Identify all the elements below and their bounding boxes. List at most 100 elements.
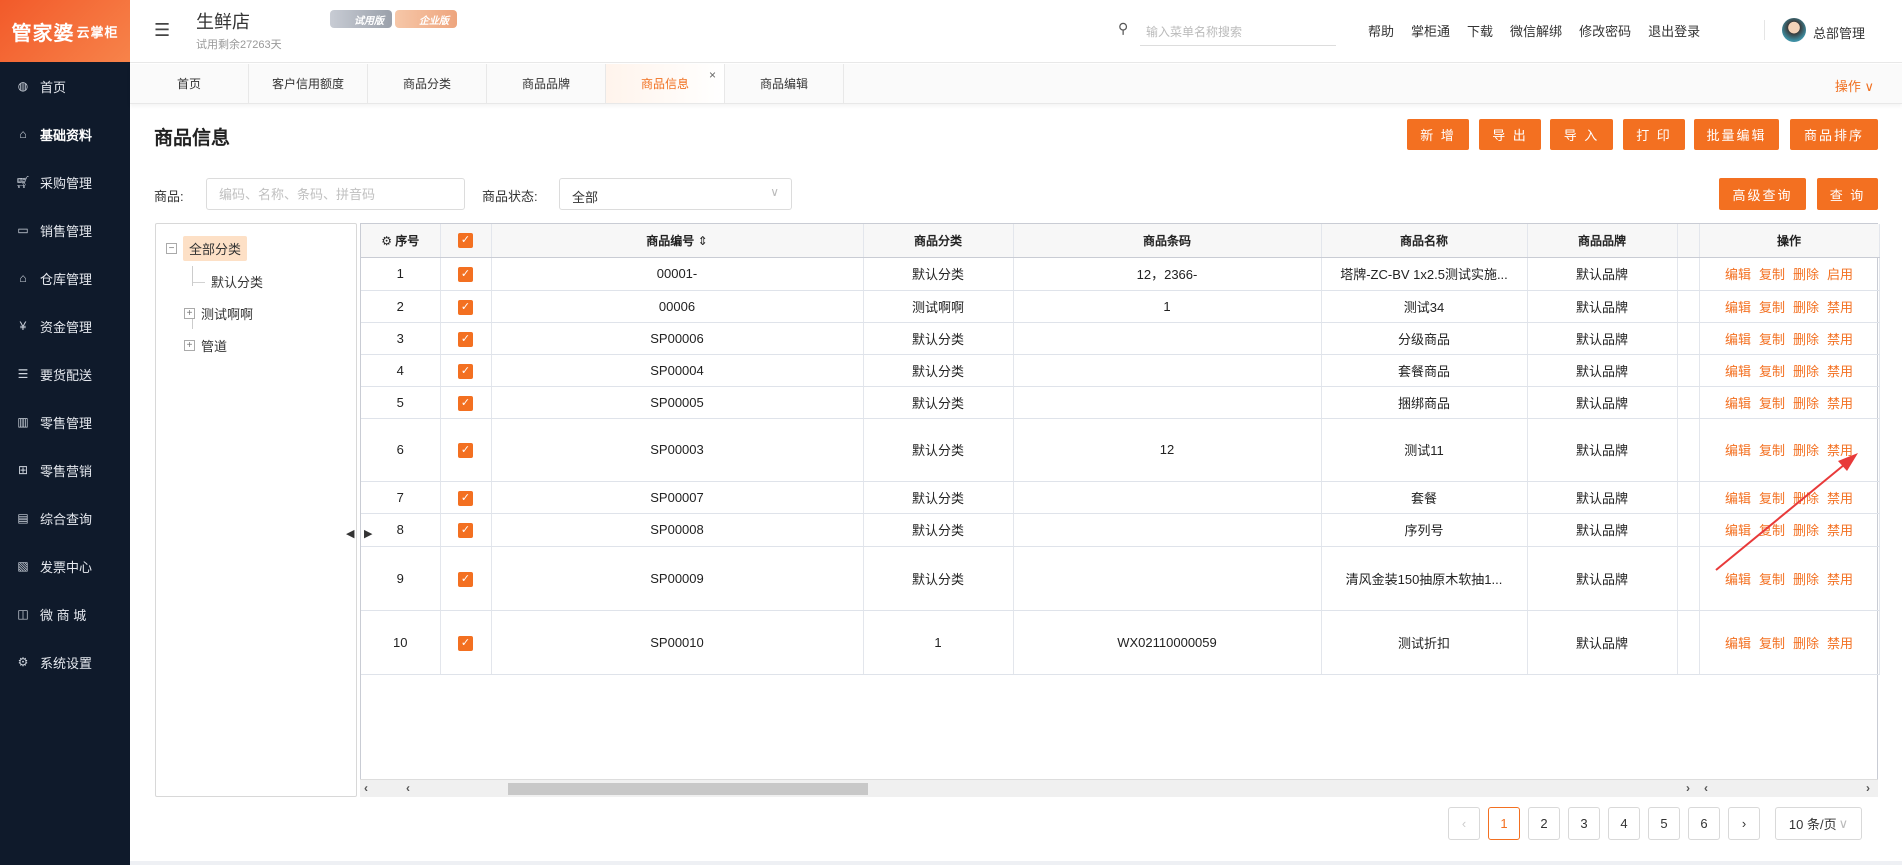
table-row[interactable]: 5 ✓ SP00005 默认分类 捆绑商品 默认品牌 编辑 复制 删除 禁用 <box>361 386 1880 419</box>
table-row[interactable]: 7 ✓ SP00007 默认分类 套餐 默认品牌 编辑 复制 删除 禁用 <box>361 481 1880 514</box>
sort-icon[interactable]: ⇕ <box>698 234 708 248</box>
page-button[interactable]: 6 <box>1688 807 1720 840</box>
copy-link[interactable]: 复制 <box>1759 267 1785 282</box>
add-button[interactable]: 新 增 <box>1407 119 1469 150</box>
cell-select[interactable]: ✓ <box>440 257 492 291</box>
header-link[interactable]: 退出登录 <box>1648 21 1700 40</box>
scroll-left-icon[interactable]: ‹ <box>406 781 410 795</box>
row-checkbox[interactable]: ✓ <box>458 443 473 458</box>
copy-link[interactable]: 复制 <box>1759 396 1785 411</box>
sidebar-item[interactable]: ⚙ 系统设置 <box>0 638 130 686</box>
print-button[interactable]: 打 印 <box>1623 119 1685 150</box>
edit-link[interactable]: 编辑 <box>1725 300 1751 315</box>
sort-button[interactable]: 商品排序 <box>1790 119 1878 150</box>
edit-link[interactable]: 编辑 <box>1725 332 1751 347</box>
toggle-status-link[interactable]: 禁用 <box>1827 332 1853 347</box>
row-checkbox[interactable]: ✓ <box>458 395 473 411</box>
cell-select[interactable]: ✓ <box>440 322 492 355</box>
toggle-status-link[interactable]: 禁用 <box>1827 396 1853 411</box>
collapse-icon[interactable]: − <box>166 243 177 254</box>
collapse-left-icon[interactable]: ◀ <box>346 527 354 540</box>
toggle-status-link[interactable]: 启用 <box>1827 267 1853 282</box>
page-size-select[interactable]: 10 条/页 ∨ <box>1775 807 1862 840</box>
sidebar-item[interactable]: ☰ 要货配送 <box>0 350 130 398</box>
toggle-status-link[interactable]: 禁用 <box>1827 491 1853 506</box>
tab[interactable]: 商品信息 × <box>606 64 725 103</box>
tab[interactable]: 客户信用额度 <box>249 64 368 103</box>
cell-select[interactable]: ✓ <box>440 481 492 514</box>
tabs-operation-menu[interactable]: 操作 ∨ <box>1835 76 1874 95</box>
sidebar-item[interactable]: ▥ 零售管理 <box>0 398 130 446</box>
cell-select[interactable]: ✓ <box>440 290 492 323</box>
tab[interactable]: 首页 <box>130 64 249 103</box>
cell-select[interactable]: ✓ <box>440 610 492 675</box>
edit-link[interactable]: 编辑 <box>1725 396 1751 411</box>
delete-link[interactable]: 删除 <box>1793 396 1819 411</box>
copy-link[interactable]: 复制 <box>1759 636 1785 651</box>
toggle-status-link[interactable]: 禁用 <box>1827 572 1853 587</box>
edit-link[interactable]: 编辑 <box>1725 491 1751 506</box>
delete-link[interactable]: 删除 <box>1793 267 1819 282</box>
avatar[interactable] <box>1782 18 1806 42</box>
copy-link[interactable]: 复制 <box>1759 443 1785 458</box>
row-checkbox[interactable]: ✓ <box>458 267 473 282</box>
tree-node[interactable]: — 默认分类 <box>192 272 263 291</box>
row-checkbox[interactable]: ✓ <box>458 299 473 315</box>
row-checkbox[interactable]: ✓ <box>458 331 473 347</box>
table-row[interactable]: 8 ✓ SP00008 默认分类 序列号 默认品牌 编辑 复制 删除 禁用 <box>361 513 1880 547</box>
edit-link[interactable]: 编辑 <box>1725 523 1751 538</box>
toggle-status-link[interactable]: 禁用 <box>1827 523 1853 538</box>
menu-toggle-icon[interactable]: ☰ <box>154 20 170 41</box>
header-link[interactable]: 掌柜通 <box>1411 21 1450 40</box>
delete-link[interactable]: 删除 <box>1793 523 1819 538</box>
sidebar-item[interactable]: ⌂ 基础资料 <box>0 110 130 158</box>
page-button[interactable]: 5 <box>1648 807 1680 840</box>
table-row[interactable]: 10 ✓ SP00010 1 WX02110000059 测试折扣 默认品牌 编… <box>361 610 1880 675</box>
query-button[interactable]: 查 询 <box>1817 178 1878 210</box>
expand-icon[interactable]: + <box>184 340 195 351</box>
sidebar-item[interactable]: ▤ 综合查询 <box>0 494 130 542</box>
sidebar-item[interactable]: ◍ 首页 <box>0 62 130 110</box>
scroll-left-icon[interactable]: ‹ <box>1704 781 1708 795</box>
page-button[interactable]: 3 <box>1568 807 1600 840</box>
sidebar-item[interactable]: ◫ 微 商 城 <box>0 590 130 638</box>
row-checkbox[interactable]: ✓ <box>458 523 473 538</box>
row-checkbox[interactable]: ✓ <box>458 571 473 587</box>
cell-select[interactable]: ✓ <box>440 546 492 611</box>
expand-icon[interactable]: + <box>184 308 195 319</box>
col-seq[interactable]: ⚙ 序号 <box>361 224 441 258</box>
cell-select[interactable]: ✓ <box>440 418 492 482</box>
toggle-status-link[interactable]: 禁用 <box>1827 443 1853 458</box>
import-button[interactable]: 导 入 <box>1550 119 1613 150</box>
header-link[interactable]: 修改密码 <box>1579 21 1631 40</box>
delete-link[interactable]: 删除 <box>1793 443 1819 458</box>
sidebar-item[interactable]: ⊞ 零售营销 <box>0 446 130 494</box>
sidebar-item[interactable]: ▭ 销售管理 <box>0 206 130 254</box>
copy-link[interactable]: 复制 <box>1759 523 1785 538</box>
copy-link[interactable]: 复制 <box>1759 300 1785 315</box>
product-search-input[interactable] <box>206 178 465 210</box>
toggle-status-link[interactable]: 禁用 <box>1827 636 1853 651</box>
cell-select[interactable]: ✓ <box>440 386 492 419</box>
sidebar-item[interactable]: ⌂ 仓库管理 <box>0 254 130 302</box>
delete-link[interactable]: 删除 <box>1793 332 1819 347</box>
advanced-query-button[interactable]: 高级查询 <box>1719 178 1806 210</box>
sidebar-item[interactable]: ¥ 资金管理 <box>0 302 130 350</box>
edit-link[interactable]: 编辑 <box>1725 267 1751 282</box>
edit-link[interactable]: 编辑 <box>1725 443 1751 458</box>
tree-node[interactable]: + 管道 <box>184 336 227 355</box>
tree-node[interactable]: + 测试啊啊 <box>184 304 253 323</box>
col-code[interactable]: 商品编号 ⇕ <box>491 224 864 258</box>
edit-link[interactable]: 编辑 <box>1725 364 1751 379</box>
table-row[interactable]: 2 ✓ 00006 测试啊啊 1 测试34 默认品牌 编辑 复制 删除 禁用 <box>361 290 1880 323</box>
row-checkbox[interactable]: ✓ <box>458 635 473 651</box>
row-checkbox[interactable]: ✓ <box>458 490 473 506</box>
scrollbar-thumb[interactable] <box>508 783 868 795</box>
tree-node-root[interactable]: − 全部分类 <box>166 236 248 261</box>
col-select-all[interactable]: ✓ <box>440 224 492 258</box>
edit-link[interactable]: 编辑 <box>1725 572 1751 587</box>
page-button[interactable]: 4 <box>1608 807 1640 840</box>
copy-link[interactable]: 复制 <box>1759 332 1785 347</box>
delete-link[interactable]: 删除 <box>1793 636 1819 651</box>
header-link[interactable]: 帮助 <box>1368 21 1394 40</box>
